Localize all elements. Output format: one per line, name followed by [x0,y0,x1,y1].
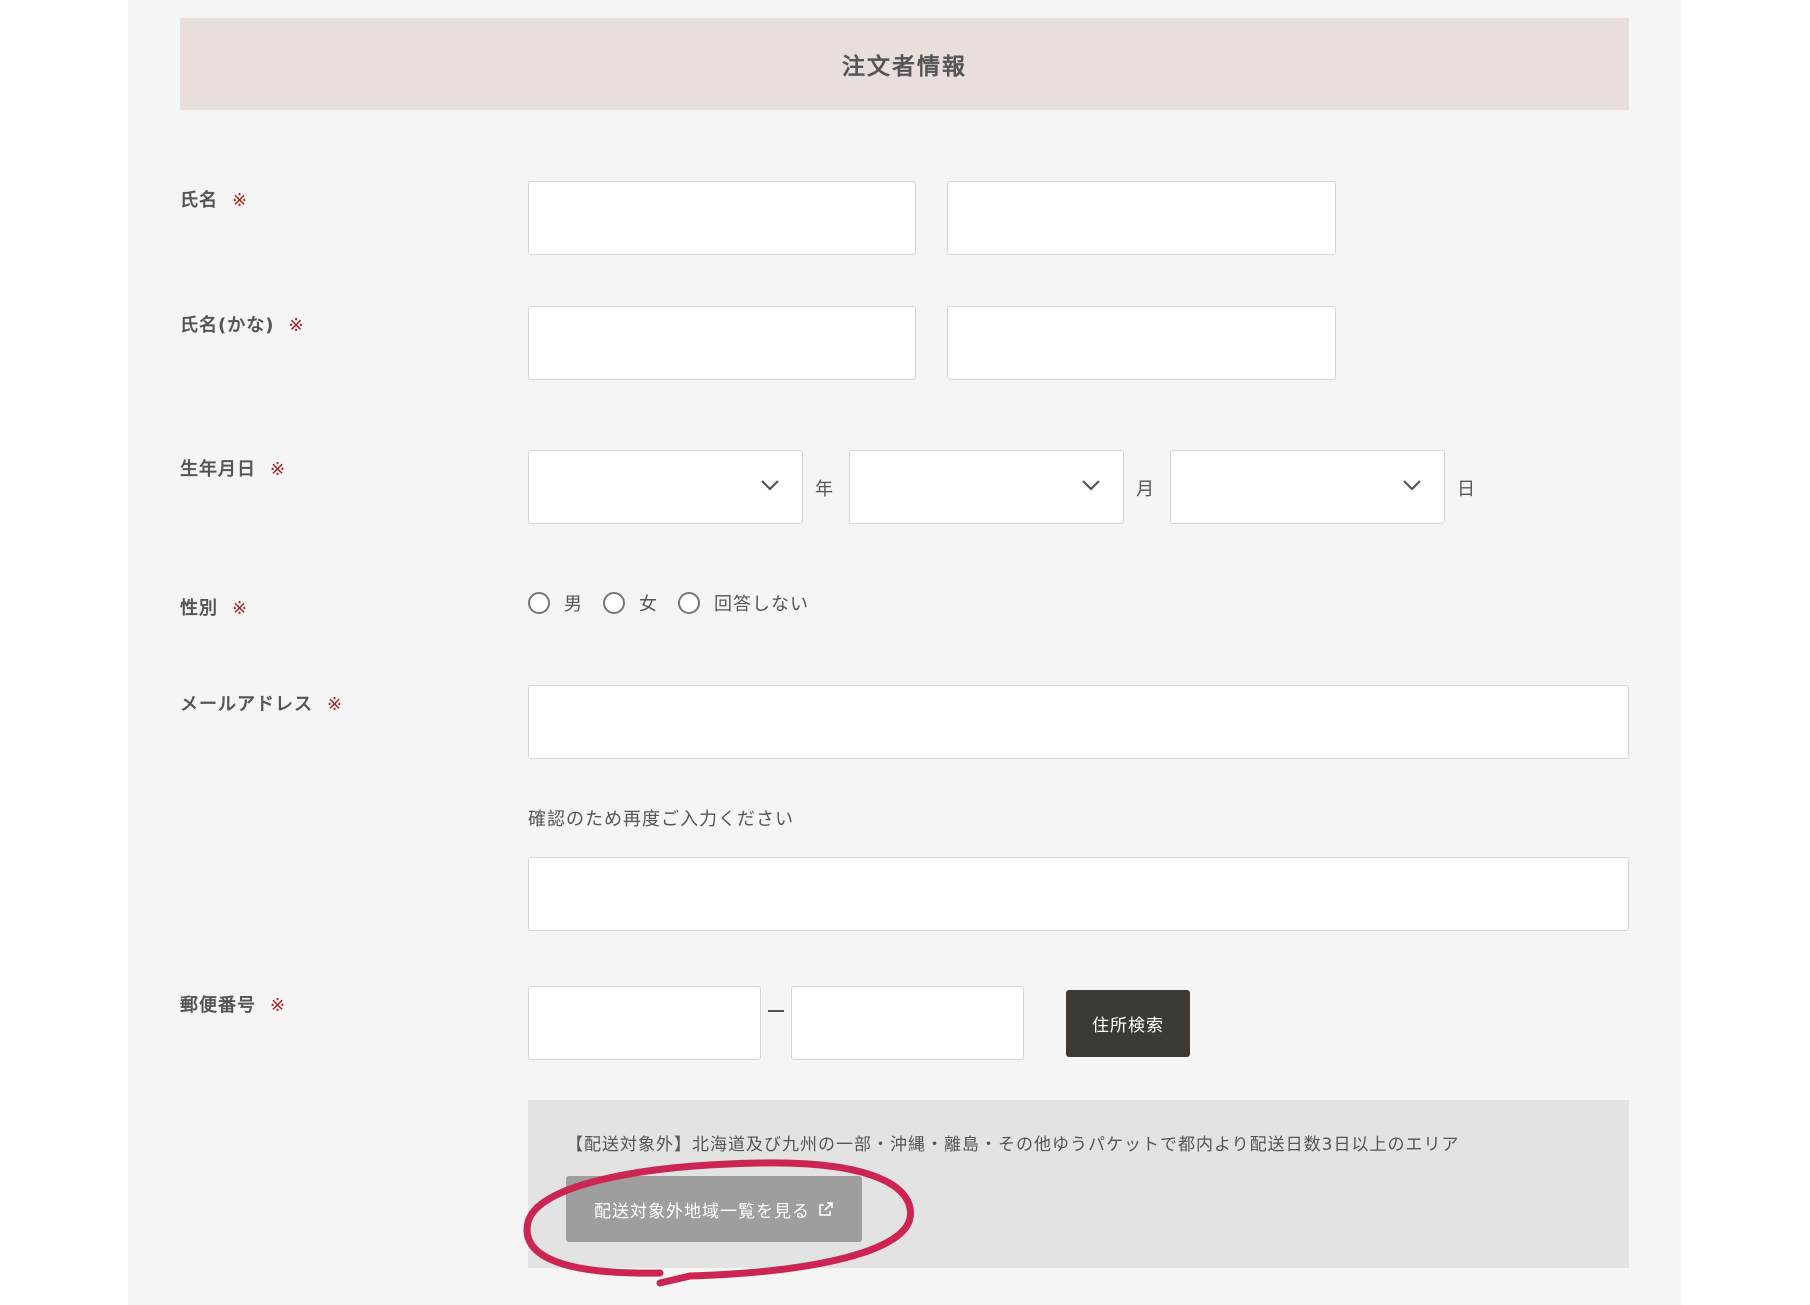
postal-label: 郵便番号 ※ [180,991,286,1017]
address-search-button[interactable]: 住所検索 [1066,990,1190,1057]
year-unit: 年 [815,479,833,500]
postal-label-text: 郵便番号 [180,995,256,1016]
required-mark: ※ [270,995,287,1016]
required-mark: ※ [232,598,249,619]
birth-day-select[interactable] [1170,450,1445,524]
name-label-text: 氏名 [180,190,218,211]
gender-radio-no-answer[interactable] [678,592,700,614]
gender-option-no-answer: 回答しない [714,594,809,615]
required-mark: ※ [288,315,305,336]
external-link-icon [819,1202,833,1216]
birth-month-select[interactable] [849,450,1124,524]
gender-radio-female[interactable] [603,592,625,614]
email-label: メールアドレス ※ [180,690,343,716]
required-mark: ※ [270,459,287,480]
email-input[interactable] [528,685,1629,759]
first-name-kana-input[interactable] [947,306,1336,380]
name-label: 氏名 ※ [180,186,248,212]
section-title: 注文者情報 [180,18,1629,110]
last-name-input[interactable] [528,181,916,255]
name-kana-label: 氏名(かな) ※ [180,311,305,337]
postal-separator [768,1010,784,1012]
gender-radio-group: 男 女 回答しない [528,590,829,616]
email-label-text: メールアドレス [180,694,313,715]
gender-option-male: 男 [564,594,583,615]
email-confirm-input[interactable] [528,857,1629,931]
order-form-page: 注文者情報 氏名 ※ 氏名(かな) ※ 生年月日 ※ 年 月 日 性別 ※ 男 女 回答… [128,0,1681,1305]
chevron-down-icon [1403,480,1421,491]
birthday-label-text: 生年月日 [180,459,256,480]
birth-year-select[interactable] [528,450,803,524]
excluded-areas-link-button[interactable]: 配送対象外地域一覧を見る [566,1176,862,1242]
required-mark: ※ [232,190,249,211]
postal-code-first-input[interactable] [528,986,761,1060]
gender-radio-male[interactable] [528,592,550,614]
shipping-notice-box: 【配送対象外】北海道及び九州の一部・沖縄・離島・その他ゆうパケットで都内より配送… [528,1100,1629,1268]
chevron-down-icon [1082,480,1100,491]
excluded-areas-link-label: 配送対象外地域一覧を見る [594,1201,810,1222]
name-kana-label-text: 氏名(かな) [180,315,275,336]
day-unit: 日 [1457,479,1475,500]
gender-label-text: 性別 [180,598,218,619]
shipping-notice-text: 【配送対象外】北海道及び九州の一部・沖縄・離島・その他ゆうパケットで都内より配送… [566,1135,1460,1155]
chevron-down-icon [761,480,779,491]
month-unit: 月 [1136,479,1154,500]
required-mark: ※ [327,694,344,715]
last-name-kana-input[interactable] [528,306,916,380]
first-name-input[interactable] [947,181,1336,255]
gender-label: 性別 ※ [180,594,248,620]
postal-code-second-input[interactable] [791,986,1024,1060]
birthday-label: 生年月日 ※ [180,455,286,481]
gender-option-female: 女 [639,594,658,615]
email-confirm-hint: 確認のため再度ご入力ください [528,809,794,830]
